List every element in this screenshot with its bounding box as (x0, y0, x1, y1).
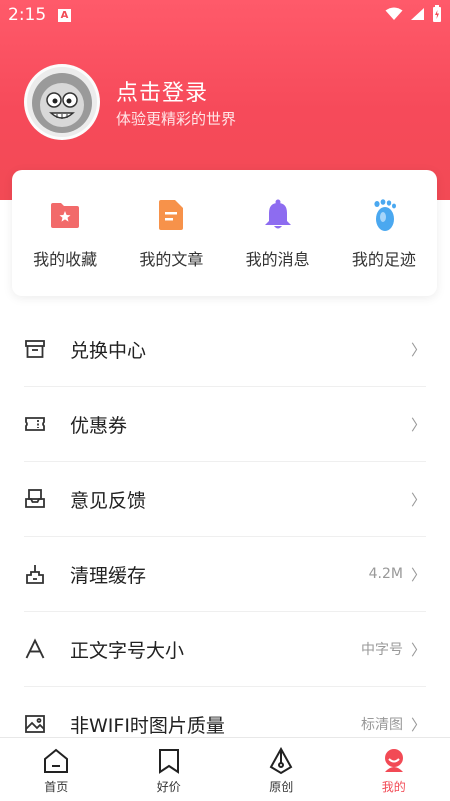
status-bar: 2:15 A (0, 0, 450, 30)
ticket-icon (24, 413, 46, 435)
quick-link-label: 我的消息 (245, 250, 310, 269)
font-size-icon (24, 638, 46, 660)
folder-star-icon (48, 198, 82, 232)
menu-item-label: 兑换中心 (70, 339, 147, 362)
profile-icon (379, 746, 409, 776)
login-title[interactable]: 点击登录 (116, 75, 208, 107)
quick-link-articles[interactable]: 我的文章 (118, 170, 224, 296)
menu-item-font-size[interactable]: 正文字号大小 中字号 〉 (24, 612, 426, 687)
login-subtitle: 体验更精彩的世界 (116, 110, 237, 128)
quick-link-footprints[interactable]: 我的足迹 (331, 170, 437, 296)
chevron-right-icon: 〉 (410, 340, 426, 359)
tab-mine[interactable]: 我的 (338, 738, 450, 801)
settings-menu: 兑换中心 〉 优惠券 〉 意见反馈 〉 清理缓存 4.2M 〉 正文字号大小 中… (0, 312, 450, 762)
menu-item-value: 标清图 (360, 717, 403, 733)
quick-links-card: 我的收藏 我的文章 我的消息 我的足迹 (12, 170, 437, 296)
chevron-right-icon: 〉 (410, 490, 426, 509)
quick-link-messages[interactable]: 我的消息 (225, 170, 331, 296)
tab-deals[interactable]: 好价 (113, 738, 226, 801)
menu-item-label: 意见反馈 (70, 489, 147, 512)
system-icons (385, 5, 442, 23)
menu-item-coupons[interactable]: 优惠券 〉 (24, 387, 426, 462)
battery-icon (433, 5, 441, 22)
quick-link-label: 我的收藏 (33, 250, 98, 269)
menu-item-exchange-center[interactable]: 兑换中心 〉 (24, 312, 426, 387)
home-icon (41, 746, 71, 776)
image-icon (24, 713, 46, 735)
tab-label: 首页 (44, 780, 69, 794)
document-icon (154, 198, 188, 232)
chevron-right-icon: 〉 (410, 415, 426, 434)
quick-link-label: 我的足迹 (351, 250, 416, 269)
pen-nib-icon (266, 746, 296, 776)
tab-label: 原创 (269, 780, 294, 794)
notification-icon: A (58, 9, 71, 22)
quick-link-favorites[interactable]: 我的收藏 (12, 170, 118, 296)
avatar[interactable] (24, 64, 100, 140)
broom-icon (24, 563, 46, 585)
bookmark-icon (154, 746, 184, 776)
wifi-icon (385, 7, 403, 20)
chevron-right-icon: 〉 (410, 565, 426, 584)
quick-link-label: 我的文章 (139, 250, 204, 269)
inbox-icon (24, 488, 46, 510)
menu-item-feedback[interactable]: 意见反馈 〉 (24, 462, 426, 537)
tab-home[interactable]: 首页 (0, 738, 113, 801)
menu-item-label: 非WIFI时图片质量 (70, 714, 225, 737)
menu-item-value: 中字号 (360, 642, 403, 658)
signal-icon (411, 8, 424, 20)
menu-item-clear-cache[interactable]: 清理缓存 4.2M 〉 (24, 537, 426, 612)
menu-item-label: 优惠券 (70, 414, 128, 437)
footprint-icon (367, 198, 401, 232)
status-time: 2:15 (8, 5, 47, 25)
menu-item-label: 正文字号大小 (70, 639, 185, 662)
chevron-right-icon: 〉 (410, 715, 426, 734)
bottom-tab-bar: 首页 好价 原创 我的 (0, 737, 450, 801)
menu-item-value: 4.2M (368, 566, 403, 582)
chevron-right-icon: 〉 (410, 640, 426, 659)
tab-original[interactable]: 原创 (225, 738, 338, 801)
tab-label: 好价 (156, 780, 181, 794)
archive-box-icon (24, 338, 46, 360)
menu-item-label: 清理缓存 (70, 564, 147, 587)
tab-label: 我的 (381, 780, 406, 794)
bell-icon (261, 198, 295, 232)
